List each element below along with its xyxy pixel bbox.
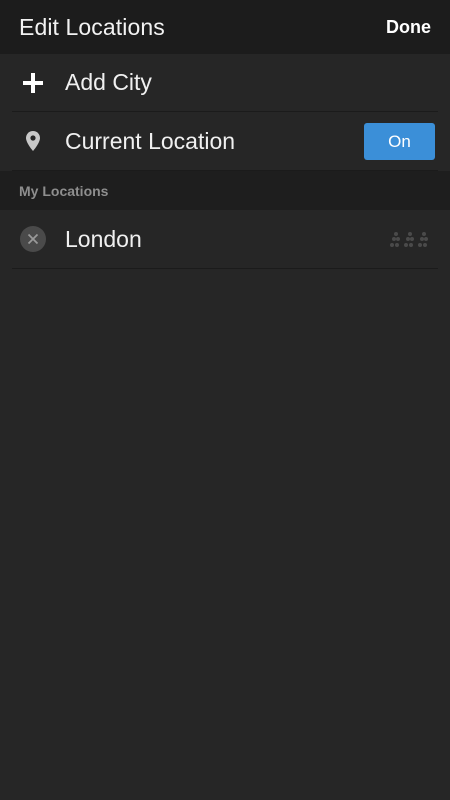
list-item[interactable]: London <box>12 210 438 269</box>
plus-icon <box>12 72 54 94</box>
city-name: London <box>65 225 142 252</box>
drag-handle-icon[interactable] <box>390 230 434 255</box>
remove-slot <box>12 226 54 252</box>
page-title: Edit Locations <box>19 13 165 40</box>
current-location-row: Current Location On <box>12 112 438 171</box>
edit-locations-screen: Edit Locations Done Add City Current Loc… <box>0 0 450 800</box>
location-pin-icon <box>12 131 54 151</box>
my-locations-title: My Locations <box>19 182 109 199</box>
add-city-label: Add City <box>65 69 152 95</box>
add-city-row[interactable]: Add City <box>12 54 438 112</box>
header-bar: Edit Locations Done <box>0 0 450 54</box>
done-button[interactable]: Done <box>386 17 431 38</box>
current-location-toggle[interactable]: On <box>364 123 435 160</box>
current-location-label: Current Location <box>65 127 236 154</box>
close-icon[interactable] <box>20 226 46 252</box>
my-locations-section-header: My Locations <box>0 171 450 210</box>
